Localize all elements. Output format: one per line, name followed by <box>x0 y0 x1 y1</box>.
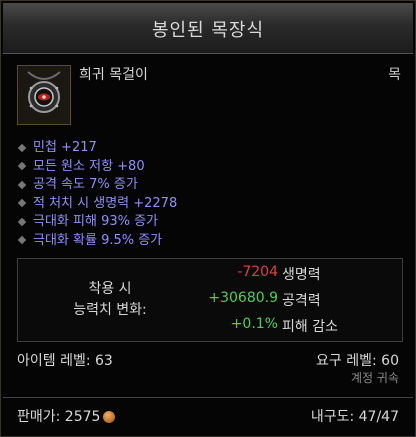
sell-price-text: 판매가: 2575 <box>17 409 101 425</box>
affix-list: 민첩 +217 모든 원소 저항 +80 공격 속도 7% 증가 적 처치 시 … <box>17 136 178 248</box>
damage-reduction-stat: 피해 감소 <box>282 319 338 335</box>
comparison-label: 착용 시 능력치 변화: <box>50 279 170 321</box>
bullet-icon <box>17 235 27 245</box>
bullet-icon <box>17 161 27 171</box>
bullet-icon <box>17 143 27 152</box>
durability: 내구도: 47/47 <box>310 409 399 425</box>
affix-text: 적 처치 시 생명력 +2278 <box>33 195 178 211</box>
damage-delta: +30680.9 <box>208 290 278 306</box>
affix-text: 모든 원소 저항 +80 <box>33 158 145 174</box>
item-slot: 목 <box>388 67 401 83</box>
sell-price: 판매가: 2575 <box>17 406 116 426</box>
title-bar: 봉인된 목장식 <box>3 3 413 54</box>
affix-text: 극대화 확률 9.5% 증가 <box>33 232 163 248</box>
item-name: 봉인된 목장식 <box>151 20 265 41</box>
affix-text: 극대화 피해 93% 증가 <box>33 214 159 229</box>
affix: 적 처치 시 생명력 +2278 <box>17 192 178 211</box>
item-tooltip: 봉인된 목장식 희귀 목걸이 목 민첩 +217 모든 원소 저항 +80 공격… <box>0 0 416 437</box>
required-level: 요구 레벨: 60 <box>316 353 399 369</box>
footer-divider <box>3 397 413 398</box>
affix: 극대화 확률 9.5% 증가 <box>17 229 177 248</box>
affix: 민첩 +217 <box>17 136 177 155</box>
stat-comparison-box: 착용 시 능력치 변화: -7204 생명력 +30680.9 공격력 +0.1… <box>17 258 403 342</box>
comparison-label-line1: 착용 시 <box>88 281 132 297</box>
affix-text: 민첩 +217 <box>33 140 97 155</box>
amulet-icon <box>27 71 61 113</box>
affix: 극대화 피해 93% 증가 <box>17 210 177 229</box>
bullet-icon <box>17 180 27 189</box>
comparison-label-line2: 능력치 변화: <box>73 302 147 318</box>
item-type: 희귀 목걸이 <box>79 67 148 83</box>
affix: 모든 원소 저항 +80 <box>17 155 177 174</box>
life-stat: 생명력 <box>282 267 321 283</box>
item-icon-frame <box>17 65 71 125</box>
item-level: 아이템 레벨: 63 <box>17 353 113 369</box>
affix-text: 공격 속도 7% 증가 <box>33 177 138 192</box>
bullet-icon <box>17 198 27 208</box>
gold-coin-icon <box>103 411 116 423</box>
life-delta: -7204 <box>237 264 278 280</box>
damage-reduction-delta: +0.1% <box>230 316 278 332</box>
account-bound: 계정 귀속 <box>351 371 399 385</box>
bullet-icon <box>17 217 27 226</box>
affix: 공격 속도 7% 증가 <box>17 173 177 192</box>
damage-stat: 공격력 <box>282 293 321 309</box>
